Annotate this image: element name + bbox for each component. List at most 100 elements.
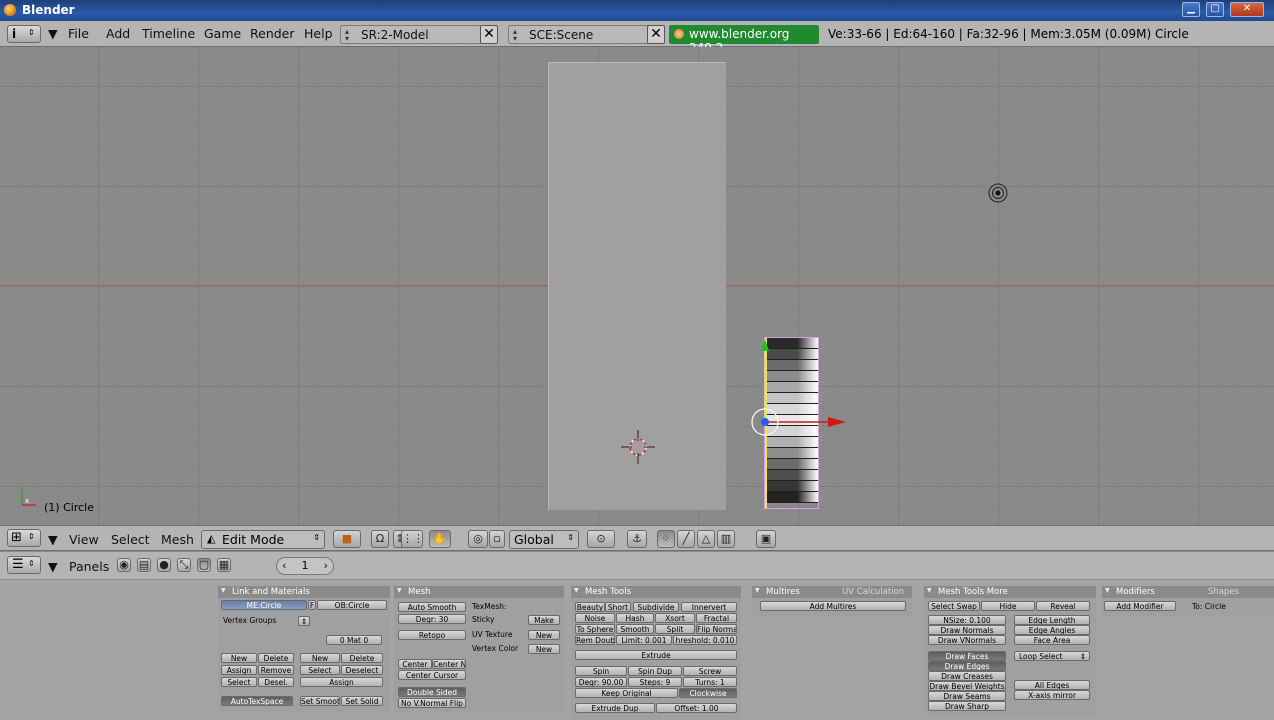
material-delete-button[interactable]: Delete: [341, 653, 383, 663]
logic-context-icon[interactable]: ◉: [117, 558, 131, 572]
editing-context-icon[interactable]: ▢: [197, 558, 211, 572]
menu-view[interactable]: View: [69, 532, 99, 547]
transform-manipulator[interactable]: [740, 337, 860, 447]
double-sided-toggle[interactable]: Double Sided: [398, 687, 466, 697]
3d-viewport[interactable]: x (1) Circle: [0, 47, 1274, 525]
material-index-field[interactable]: 0 Mat 0: [326, 635, 382, 645]
vertex-group-menu[interactable]: ⇕: [298, 616, 310, 626]
reveal-button[interactable]: Reveal: [1036, 601, 1090, 611]
menu-panels[interactable]: Panels: [69, 559, 109, 574]
short-toggle[interactable]: Short: [605, 602, 631, 612]
steps-field[interactable]: Steps: 9: [628, 677, 682, 687]
website-link[interactable]: www.blender.org 249.2: [669, 25, 819, 55]
menu-render[interactable]: Render: [250, 26, 295, 41]
screen-selector[interactable]: ▴ ▾ SR:2-Model: [340, 25, 482, 44]
collapse-menu-icon[interactable]: ▼: [48, 559, 58, 574]
subdivide-button[interactable]: Subdivide: [633, 602, 679, 612]
editor-type-button[interactable]: ⊞ ⇕: [7, 529, 41, 547]
draw-normals-toggle[interactable]: Draw Normals: [928, 625, 1006, 635]
orientation-selector[interactable]: Global ⇕: [509, 530, 579, 549]
pivot-icon[interactable]: ⊙: [587, 530, 615, 548]
vgroup-remove-button[interactable]: Remove: [258, 665, 294, 675]
shading-context-icon[interactable]: ●: [157, 558, 171, 572]
limit-field[interactable]: Limit: 0.001: [616, 635, 672, 645]
autotexspace-toggle[interactable]: AutoTexSpace: [221, 696, 293, 706]
loop-select-menu[interactable]: Loop Select ⇕: [1014, 651, 1090, 661]
menu-add[interactable]: Add: [106, 26, 130, 41]
mode-selector[interactable]: ◭ Edit Mode ⇕: [201, 530, 325, 549]
menu-timeline[interactable]: Timeline: [142, 26, 195, 41]
draw-bevel-weights-toggle[interactable]: Draw Bevel Weights: [928, 681, 1006, 691]
extrude-dup-button[interactable]: Extrude Dup: [575, 703, 655, 713]
mesh-name-field[interactable]: ME:Circle: [221, 600, 307, 610]
draw-seams-toggle[interactable]: Draw Seams: [928, 691, 1006, 701]
spin-dup-button[interactable]: Spin Dup: [628, 666, 682, 676]
spin-degree-field[interactable]: Degr: 90.00: [575, 677, 627, 687]
uv-texture-new-button[interactable]: New: [528, 630, 560, 640]
maximize-button[interactable]: ▢: [1206, 2, 1224, 17]
vgroup-new-button[interactable]: New: [221, 653, 257, 663]
edge-length-toggle[interactable]: Edge Length: [1014, 615, 1090, 625]
vertex-select-button[interactable]: ⁘: [657, 530, 675, 548]
material-assign-button[interactable]: Assign: [300, 677, 383, 687]
scene-selector[interactable]: ▴ ▾ SCE:Scene: [508, 25, 650, 44]
vgroup-select-button[interactable]: Select: [221, 677, 257, 687]
fractal-button[interactable]: Fractal: [696, 613, 737, 623]
menu-help[interactable]: Help: [304, 26, 333, 41]
turns-field[interactable]: Turns: 1: [683, 677, 737, 687]
tab-shapes[interactable]: Shapes: [1194, 586, 1239, 598]
all-edges-toggle[interactable]: All Edges: [1014, 680, 1090, 690]
cursor-3d-icon[interactable]: [620, 429, 656, 465]
x-axis-mirror-toggle[interactable]: X-axis mirror: [1014, 690, 1090, 700]
menu-mesh[interactable]: Mesh: [161, 532, 194, 547]
render-preview-button[interactable]: ▣: [756, 530, 776, 548]
offset-field[interactable]: Offset: 1.00: [656, 703, 737, 713]
hand-icon[interactable]: ✋: [429, 530, 451, 548]
threshold-field[interactable]: hreshold: 0.010: [673, 635, 737, 645]
script-context-icon[interactable]: ▤: [137, 558, 151, 572]
draw-type-button[interactable]: ■: [333, 530, 361, 548]
lamp-icon[interactable]: [987, 182, 1009, 204]
draw-sharp-toggle[interactable]: Draw Sharp: [928, 701, 1006, 711]
collapse-menu-icon[interactable]: ▼: [48, 26, 58, 41]
nsize-field[interactable]: NSize: 0.100: [928, 615, 1006, 625]
smooth-button[interactable]: Smooth: [616, 624, 654, 634]
draw-faces-toggle[interactable]: Draw Faces: [928, 651, 1006, 661]
screw-button[interactable]: Screw: [683, 666, 737, 676]
minimize-button[interactable]: ▁: [1182, 2, 1200, 17]
set-solid-button[interactable]: Set Solid: [341, 696, 383, 706]
sticky-make-button[interactable]: Make: [528, 615, 560, 625]
retopo-toggle[interactable]: Retopo: [398, 630, 466, 640]
center-button[interactable]: Center: [398, 659, 432, 669]
face-area-toggle[interactable]: Face Area: [1014, 635, 1090, 645]
editor-type-button[interactable]: ☰ ⇕: [7, 556, 41, 574]
material-new-button[interactable]: New: [300, 653, 340, 663]
tab-modifiers[interactable]: Modifiers: [1102, 586, 1155, 598]
menu-select[interactable]: Select: [111, 532, 150, 547]
noise-button[interactable]: Noise: [575, 613, 615, 623]
hide-button[interactable]: Hide: [981, 601, 1035, 611]
object-context-icon[interactable]: ⤡: [177, 558, 191, 572]
to-sphere-button[interactable]: To Sphere: [575, 624, 615, 634]
clockwise-toggle[interactable]: Clockwise: [679, 688, 737, 698]
tab-multires[interactable]: Multires: [752, 586, 800, 598]
magnet-icon[interactable]: Ω: [371, 530, 389, 548]
tab-mesh-tools-more[interactable]: Mesh Tools More: [924, 586, 1008, 598]
flip-normals-button[interactable]: Flip Norma: [696, 624, 737, 634]
center-cursor-button[interactable]: Center Cursor: [398, 670, 466, 680]
editor-type-button[interactable]: i ⇕: [7, 25, 41, 43]
close-window-button[interactable]: ✕: [1230, 2, 1264, 17]
collapse-menu-icon[interactable]: ▼: [48, 532, 58, 547]
layers-button[interactable]: ▥: [717, 530, 735, 548]
scene-context-icon[interactable]: ▦: [217, 558, 231, 572]
tab-mesh-tools[interactable]: Mesh Tools: [571, 586, 631, 598]
hash-button[interactable]: Hash: [616, 613, 654, 623]
edge-angles-toggle[interactable]: Edge Angles: [1014, 625, 1090, 635]
occlude-geometry-button[interactable]: ⚓: [627, 530, 647, 548]
draw-edges-toggle[interactable]: Draw Edges: [928, 661, 1006, 671]
scale-manipulator-button[interactable]: ▫: [489, 530, 505, 548]
rotate-manipulator-button[interactable]: ◎: [468, 530, 488, 548]
material-select-button[interactable]: Select: [300, 665, 340, 675]
innervert-button[interactable]: Innervert: [681, 602, 737, 612]
center-new-button[interactable]: Center Ne: [432, 659, 466, 669]
